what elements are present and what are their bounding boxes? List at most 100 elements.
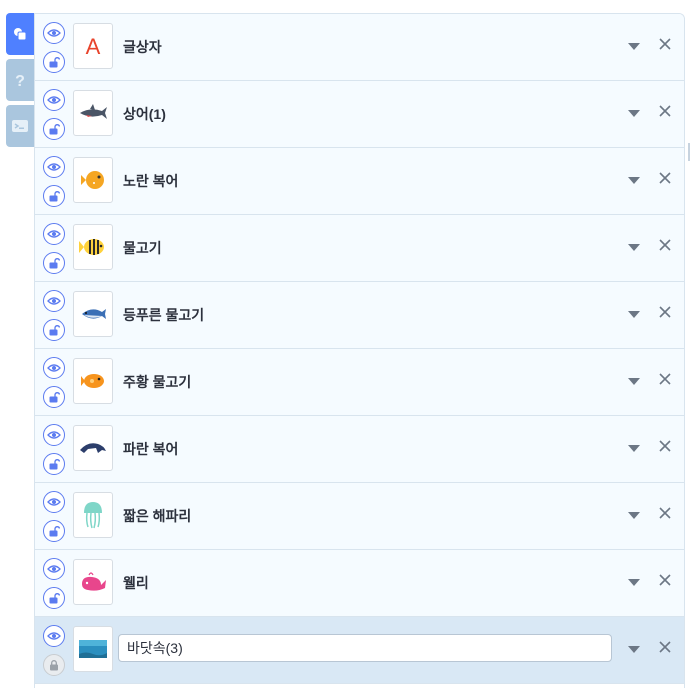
- orange-fish-icon[interactable]: [73, 358, 113, 404]
- lock-toggle[interactable]: [43, 587, 65, 609]
- eye-icon: [47, 632, 61, 640]
- object-row[interactable]: 상어(1): [35, 81, 684, 148]
- svg-text:?: ?: [15, 73, 25, 88]
- chevron-down-icon[interactable]: [628, 579, 640, 586]
- visibility-toggle[interactable]: [43, 491, 65, 513]
- visibility-toggle[interactable]: [43, 424, 65, 446]
- object-row[interactable]: 웰리: [35, 550, 684, 617]
- visibility-toggle[interactable]: [43, 558, 65, 580]
- unlock-icon: [49, 459, 60, 470]
- chevron-down-icon[interactable]: [628, 244, 640, 251]
- eye-icon: [47, 96, 61, 104]
- console-tab[interactable]: [6, 105, 34, 147]
- object-name[interactable]: 파란 복어: [123, 416, 178, 482]
- close-icon[interactable]: [657, 237, 673, 253]
- unlock-icon: [49, 258, 60, 269]
- lock-icon: [50, 660, 58, 671]
- unlock-icon: [49, 57, 60, 68]
- close-icon[interactable]: [657, 170, 673, 186]
- eye-icon: [47, 297, 61, 305]
- lock-toggle[interactable]: [43, 520, 65, 542]
- chevron-down-icon[interactable]: [628, 311, 640, 318]
- seabed-icon[interactable]: [73, 626, 113, 672]
- visibility-toggle[interactable]: [43, 290, 65, 312]
- svg-text:A: A: [86, 34, 101, 58]
- object-name-input[interactable]: [118, 634, 612, 662]
- object-row[interactable]: 물고기: [35, 215, 684, 282]
- eye-icon: [47, 163, 61, 171]
- object-name[interactable]: 등푸른 물고기: [123, 282, 204, 348]
- jellyfish-icon[interactable]: [73, 492, 113, 538]
- lock-toggle[interactable]: [43, 51, 65, 73]
- unlock-icon: [49, 124, 60, 135]
- unlock-icon: [49, 526, 60, 537]
- close-icon[interactable]: [657, 438, 673, 454]
- lock-toggle[interactable]: [43, 453, 65, 475]
- eye-icon: [47, 230, 61, 238]
- question-icon: ?: [15, 73, 25, 88]
- unlock-icon: [49, 392, 60, 403]
- visibility-toggle[interactable]: [43, 625, 65, 647]
- yellow-pufferfish-icon[interactable]: [73, 157, 113, 203]
- scrollbar-thumb[interactable]: [688, 143, 690, 161]
- visibility-toggle[interactable]: [43, 357, 65, 379]
- close-icon[interactable]: [657, 639, 673, 655]
- close-icon[interactable]: [657, 103, 673, 119]
- visibility-toggle[interactable]: [43, 89, 65, 111]
- unlock-icon: [49, 593, 60, 604]
- shark-icon[interactable]: [73, 90, 113, 136]
- object-name[interactable]: 짧은 해파리: [123, 483, 191, 549]
- unlock-icon: [49, 325, 60, 336]
- eye-icon: [47, 498, 61, 506]
- close-icon[interactable]: [657, 371, 673, 387]
- object-row-selected[interactable]: [35, 617, 684, 684]
- chevron-down-icon[interactable]: [628, 445, 640, 452]
- chevron-down-icon[interactable]: [628, 177, 640, 184]
- visibility-toggle[interactable]: [43, 156, 65, 178]
- lock-toggle[interactable]: [43, 185, 65, 207]
- help-tab[interactable]: ?: [6, 59, 34, 101]
- chevron-down-icon[interactable]: [628, 110, 640, 117]
- close-icon[interactable]: [657, 36, 673, 52]
- object-row[interactable]: 주황 물고기: [35, 349, 684, 416]
- close-icon[interactable]: [657, 304, 673, 320]
- shapes-icon: [14, 28, 27, 41]
- object-list: A 글상자 상어(1) 노란 복어 물고기 등푸른 물고기 주황 물고기 파란 …: [34, 13, 685, 688]
- lock-toggle[interactable]: [43, 386, 65, 408]
- object-name[interactable]: 글상자: [123, 14, 162, 80]
- whale-icon[interactable]: [73, 559, 113, 605]
- lock-toggle[interactable]: [43, 252, 65, 274]
- visibility-toggle[interactable]: [43, 223, 65, 245]
- blue-pufferfish-icon[interactable]: [73, 425, 113, 471]
- chevron-down-icon[interactable]: [628, 378, 640, 385]
- close-icon[interactable]: [657, 505, 673, 521]
- object-name[interactable]: 상어(1): [123, 81, 166, 147]
- lock-toggle[interactable]: [43, 118, 65, 140]
- chevron-down-icon[interactable]: [628, 512, 640, 519]
- eye-icon: [47, 29, 61, 37]
- text-box-icon[interactable]: A: [73, 23, 113, 69]
- objects-tab[interactable]: [6, 13, 34, 55]
- object-name[interactable]: 노란 복어: [123, 148, 178, 214]
- visibility-toggle[interactable]: [43, 22, 65, 44]
- object-name[interactable]: 물고기: [123, 215, 162, 281]
- object-name[interactable]: 주황 물고기: [123, 349, 191, 415]
- chevron-down-icon[interactable]: [628, 646, 640, 653]
- object-row[interactable]: 노란 복어: [35, 148, 684, 215]
- object-row[interactable]: 짧은 해파리: [35, 483, 684, 550]
- fish-icon[interactable]: [73, 224, 113, 270]
- object-row[interactable]: A 글상자: [35, 14, 684, 81]
- object-row[interactable]: 파란 복어: [35, 416, 684, 483]
- lock-toggle[interactable]: [43, 319, 65, 341]
- console-icon: [12, 120, 28, 132]
- eye-icon: [47, 431, 61, 439]
- sidebar-tabs: ?: [6, 13, 34, 151]
- eye-icon: [47, 364, 61, 372]
- object-row[interactable]: 등푸른 물고기: [35, 282, 684, 349]
- close-icon[interactable]: [657, 572, 673, 588]
- blue-back-fish-icon[interactable]: [73, 291, 113, 337]
- eye-icon: [47, 565, 61, 573]
- chevron-down-icon[interactable]: [628, 43, 640, 50]
- lock-toggle[interactable]: [43, 654, 65, 676]
- object-name[interactable]: 웰리: [123, 550, 149, 616]
